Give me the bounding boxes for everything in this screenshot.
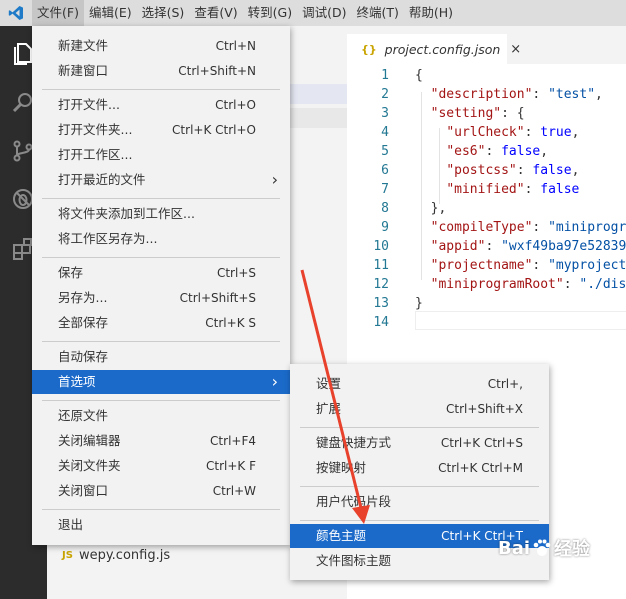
watermark-text: Bai — [498, 537, 531, 559]
annotation-arrow — [300, 269, 370, 524]
paw-icon — [533, 539, 551, 556]
baidu-watermark: Bai 经验 — [498, 535, 590, 561]
watermark-suffix: 经验 — [554, 539, 591, 560]
